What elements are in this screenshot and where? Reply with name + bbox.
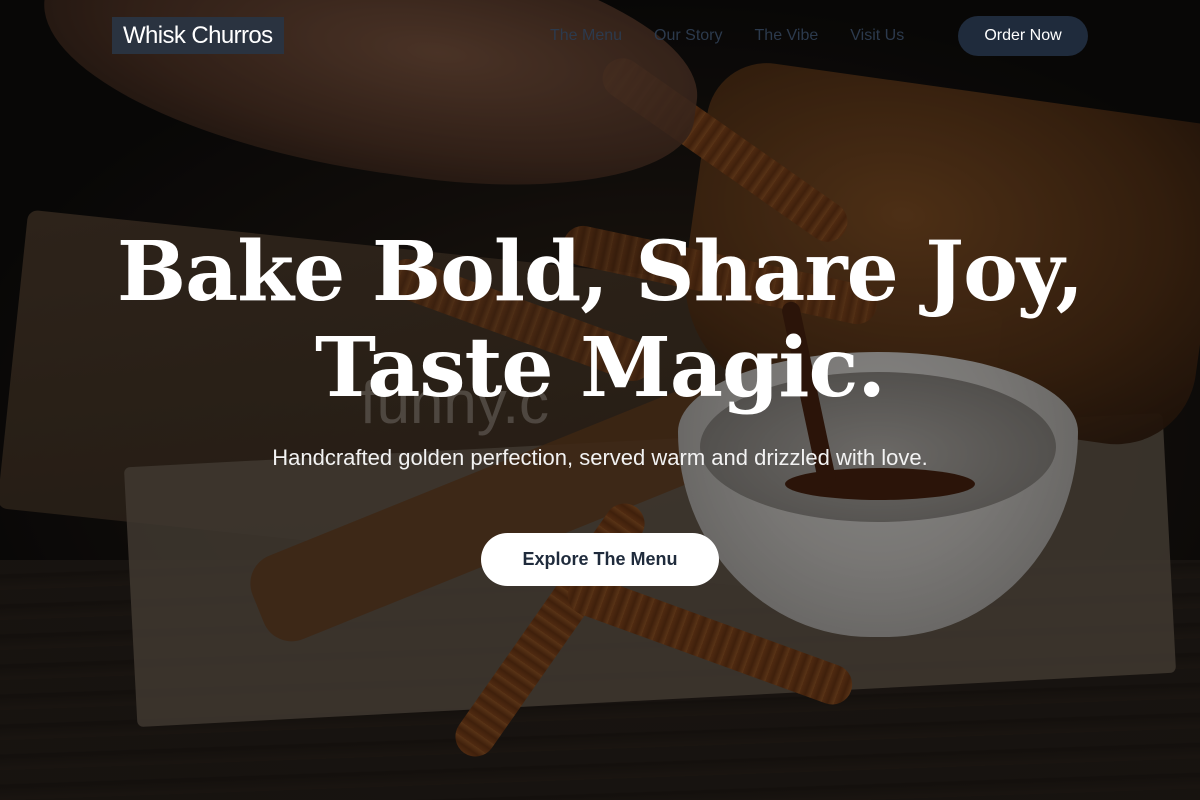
- nav-link-the-vibe[interactable]: The Vibe: [755, 25, 819, 47]
- nav-link-visit-us[interactable]: Visit Us: [850, 25, 904, 47]
- hero-subtitle: Handcrafted golden perfection, served wa…: [272, 445, 928, 470]
- nav-link-our-story[interactable]: Our Story: [654, 25, 722, 47]
- headline-line-2: Taste Magic.: [315, 320, 886, 416]
- nav-links: The Menu Our Story The Vibe Visit Us: [550, 25, 904, 47]
- brand-logo[interactable]: Whisk Churros: [112, 17, 284, 54]
- explore-menu-button[interactable]: Explore The Menu: [481, 533, 719, 586]
- top-navigation: Whisk Churros The Menu Our Story The Vib…: [0, 0, 1200, 72]
- headline-line-1: Bake Bold, Share Joy,: [116, 224, 1084, 320]
- hero-headline: Bake Bold, Share Joy, Taste Magic.: [0, 224, 1200, 416]
- nav-link-the-menu[interactable]: The Menu: [550, 25, 622, 47]
- order-now-button[interactable]: Order Now: [958, 16, 1088, 56]
